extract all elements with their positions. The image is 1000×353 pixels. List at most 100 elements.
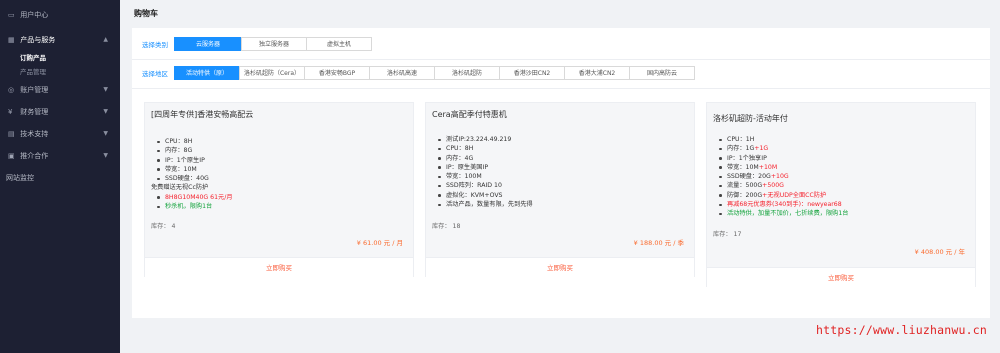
document-icon: ▤ xyxy=(8,130,15,138)
nav-finance-label: 财务管理 xyxy=(20,108,49,116)
product-title: 洛杉矶超防-活动年付 xyxy=(713,114,788,123)
promo-item: 再减68元优惠券(340到手)：newyear68 xyxy=(713,200,849,209)
divider xyxy=(132,88,990,89)
spec-item: SSD硬盘：40G xyxy=(151,174,233,183)
spec-item: 带宽：10M xyxy=(151,165,233,174)
spec-item: 虚拟化：KVM+OVS xyxy=(432,191,533,200)
spec-item: SSD阵列：RAID 10 xyxy=(432,181,533,190)
spec-list: 测试IP:23.224.49.219 CPU：8H 内存：4G IP：原生美国I… xyxy=(432,135,533,209)
nav-monitor-label: 网站监控 xyxy=(6,174,34,182)
spec-bonus: +10M xyxy=(758,163,778,171)
grid-icon: ▦ xyxy=(8,36,15,44)
region-option[interactable]: 洛杉矶超防 xyxy=(434,66,500,80)
region-option[interactable]: 香港安畅BGP xyxy=(304,66,370,80)
promo-item: 秒杀机，限购1台 xyxy=(151,202,233,211)
spec-item: 内存：1G+1G xyxy=(713,144,849,153)
stock-count: 库存： 4 xyxy=(151,223,176,230)
share-icon: ▣ xyxy=(8,152,15,160)
nav-products-label: 产品与服务 xyxy=(20,36,56,44)
nav-monitor[interactable]: 网站监控 xyxy=(0,167,120,189)
spec-item: 流量：500G+500G xyxy=(713,181,849,190)
nav-affiliate[interactable]: ▣ 推介合作 ▼ xyxy=(0,145,120,167)
spec-item: CPU：8H xyxy=(432,144,533,153)
spec-item: 防御：200G+无视UDP全面CC防护 xyxy=(713,191,849,200)
product-card: Cera高配季付特惠机 测试IP:23.224.49.219 CPU：8H 内存… xyxy=(425,102,695,277)
nav-user-center-label: 用户中心 xyxy=(20,11,49,19)
product-title: [四周年专供]香港安畅高配云 xyxy=(151,110,254,119)
category-option[interactable]: 云服务器 xyxy=(174,37,242,51)
spec-base: SSD硬盘：20G xyxy=(727,173,771,181)
region-option[interactable]: 国内高防云 xyxy=(629,66,695,80)
sidebar: ▭ 用户中心 ▦ 产品与服务 ▲ 订购产品 产品管理 ◎ 账户管理 ▼ ¥ 财务… xyxy=(0,0,120,353)
spec-base: 带宽：10M xyxy=(727,163,759,171)
spec-item: 测试IP:23.224.49.219 xyxy=(432,135,533,144)
chevron-down-icon: ▼ xyxy=(103,108,108,115)
spec-item: 带宽：10M+10M xyxy=(713,163,849,172)
spec-bonus: +500G xyxy=(762,182,784,190)
spec-item: CPU：1H xyxy=(713,135,849,144)
nav-sub-product-manage[interactable]: 产品管理 xyxy=(0,65,120,79)
spec-list: CPU：8H 内存：8G IP：1个原生IP 带宽：10M SSD硬盘：40G … xyxy=(151,137,233,211)
user-icon: ◎ xyxy=(8,86,15,94)
spec-item: IP：1个独享IP xyxy=(713,154,849,163)
yen-icon: ¥ xyxy=(8,108,13,116)
category-option[interactable]: 独立服务器 xyxy=(241,37,307,51)
promo-item: 8H8G10M40G 61元/月 xyxy=(151,193,233,202)
spec-item: SSD硬盘：20G+10G xyxy=(713,172,849,181)
product-card: 洛杉矶超防-活动年付 CPU：1H 内存：1G+1G IP：1个独享IP 带宽：… xyxy=(706,102,976,287)
price: ¥ 61.00 元 / 月 xyxy=(356,239,403,247)
nav-support-label: 技术支持 xyxy=(20,130,49,138)
region-filter: 选择地区 活动特供（原） 洛杉矶超防（Cera） 香港安畅BGP 洛杉矶高速 洛… xyxy=(132,62,695,84)
region-option[interactable]: 香港大浦CN2 xyxy=(564,66,630,80)
spec-bonus: +10G xyxy=(770,173,789,181)
product-title: Cera高配季付特惠机 xyxy=(432,110,507,119)
spec-item: IP：原生美国IP xyxy=(432,163,533,172)
spec-list: CPU：1H 内存：1G+1G IP：1个独享IP 带宽：10M+10M SSD… xyxy=(713,135,849,219)
nav-support[interactable]: ▤ 技术支持 ▼ xyxy=(0,123,120,145)
price: ¥ 188.00 元 / 季 xyxy=(633,239,684,247)
chevron-down-icon: ▼ xyxy=(103,130,108,137)
region-option[interactable]: 洛杉矶超防（Cera） xyxy=(239,66,305,80)
spec-bonus: +1G xyxy=(754,145,769,153)
region-option[interactable]: 洛杉矶高速 xyxy=(369,66,435,80)
chevron-up-icon: ▲ xyxy=(103,36,108,43)
spec-base: 防御：200G xyxy=(727,191,763,199)
category-filter: 选择类别 云服务器 独立服务器 虚拟主机 xyxy=(132,33,372,55)
region-option[interactable]: 香港沙田CN2 xyxy=(499,66,565,80)
page-title: 购物车 xyxy=(134,9,158,18)
stock-count: 库存： 18 xyxy=(432,223,461,230)
buy-now-button[interactable]: 立即购买 xyxy=(707,267,975,287)
spec-bonus: +无视UDP全面CC防护 xyxy=(762,191,827,199)
spec-item: CPU：8H xyxy=(151,137,233,146)
spec-base: 内存：1G xyxy=(727,145,755,153)
buy-now-button[interactable]: 立即购买 xyxy=(426,257,694,277)
buy-now-button[interactable]: 立即购买 xyxy=(145,257,413,277)
nav-account-label: 账户管理 xyxy=(20,86,49,94)
nav-finance[interactable]: ¥ 财务管理 ▼ xyxy=(0,101,120,123)
region-option[interactable]: 活动特供（原） xyxy=(174,66,240,80)
spec-item: 内存：8G xyxy=(151,146,233,155)
spec-base: 流量：500G xyxy=(727,182,763,190)
category-label: 选择类别 xyxy=(142,41,168,49)
spec-note: 免费赠送无视Cc防护 xyxy=(151,184,209,192)
promo-item: 活动特供，加量不加价，七折续费，限购1台 xyxy=(713,209,849,218)
nav-affiliate-label: 推介合作 xyxy=(20,152,49,160)
chevron-down-icon: ▼ xyxy=(103,152,108,159)
divider xyxy=(132,59,990,60)
nav-account[interactable]: ◎ 账户管理 ▼ xyxy=(0,79,120,101)
watermark: https://www.liuzhanwu.cn xyxy=(816,323,987,337)
spec-item: 内存：4G xyxy=(432,154,533,163)
nav-products[interactable]: ▦ 产品与服务 ▲ xyxy=(0,29,120,51)
spec-item: 带宽：100M xyxy=(432,172,533,181)
monitor-icon: ▭ xyxy=(8,11,15,19)
chevron-down-icon: ▼ xyxy=(103,86,108,93)
nav-sub-order-product[interactable]: 订购产品 xyxy=(0,51,120,65)
spec-item: IP：1个原生IP xyxy=(151,156,233,165)
product-card: [四周年专供]香港安畅高配云 CPU：8H 内存：8G IP：1个原生IP 带宽… xyxy=(144,102,414,277)
spec-item: 活动产品，数量有限，先到先得 xyxy=(432,200,533,209)
price: ¥ 408.00 元 / 年 xyxy=(914,248,965,256)
stock-count: 库存： 17 xyxy=(713,231,742,238)
category-option[interactable]: 虚拟主机 xyxy=(306,37,372,51)
nav-user-center[interactable]: ▭ 用户中心 xyxy=(0,4,120,26)
region-label: 选择地区 xyxy=(142,70,168,78)
